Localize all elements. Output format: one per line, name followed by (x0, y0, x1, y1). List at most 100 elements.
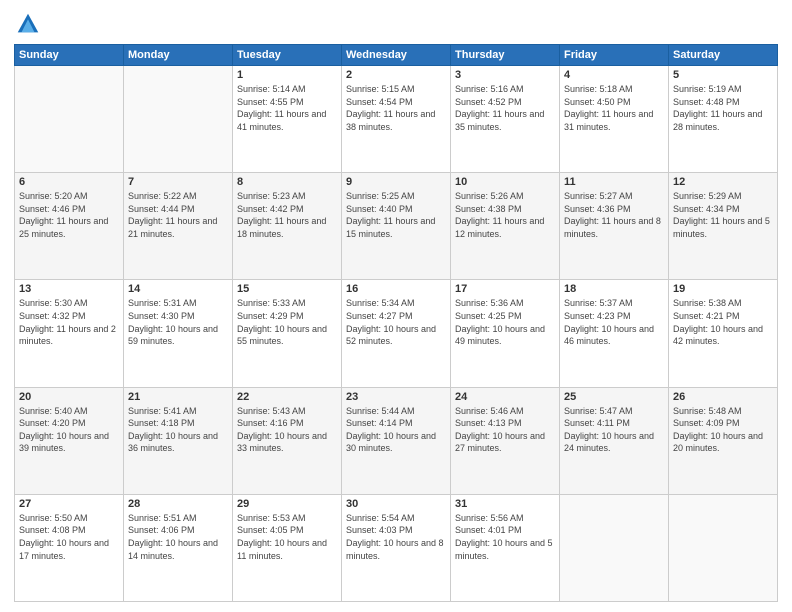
day-number: 4 (564, 69, 664, 81)
day-number: 29 (237, 498, 337, 510)
day-number: 24 (455, 391, 555, 403)
day-info: Sunrise: 5:56 AM Sunset: 4:01 PM Dayligh… (455, 512, 555, 562)
day-number: 11 (564, 176, 664, 188)
day-info: Sunrise: 5:47 AM Sunset: 4:11 PM Dayligh… (564, 405, 664, 455)
day-number: 16 (346, 283, 446, 295)
header (14, 10, 778, 38)
day-info: Sunrise: 5:16 AM Sunset: 4:52 PM Dayligh… (455, 83, 555, 133)
calendar-cell: 3 Sunrise: 5:16 AM Sunset: 4:52 PM Daylig… (451, 66, 560, 173)
calendar-cell: 8Sunrise: 5:23 AM Sunset: 4:42 PM Daylig… (233, 173, 342, 280)
day-number: 13 (19, 283, 119, 295)
day-number: 21 (128, 391, 228, 403)
day-info: Sunrise: 5:25 AM Sunset: 4:40 PM Dayligh… (346, 190, 446, 240)
day-info: Sunrise: 5:43 AM Sunset: 4:16 PM Dayligh… (237, 405, 337, 455)
day-info: Sunrise: 5:38 AM Sunset: 4:21 PM Dayligh… (673, 297, 773, 347)
day-number: 14 (128, 283, 228, 295)
calendar-cell: 28 Sunrise: 5:51 AM Sunset: 4:06 PM Dayli… (124, 494, 233, 601)
day-info: Sunrise: 5:22 AM Sunset: 4:44 PM Dayligh… (128, 190, 228, 240)
day-info: Sunrise: 5:20 AM Sunset: 4:46 PM Dayligh… (19, 190, 119, 240)
day-number: 15 (237, 283, 337, 295)
calendar-cell: 12 Sunrise: 5:29 AM Sunset: 4:34 PM Dayli… (669, 173, 778, 280)
calendar-week-row: 1 Sunrise: 5:14 AM Sunset: 4:55 PM Daylig… (15, 66, 778, 173)
day-number: 25 (564, 391, 664, 403)
calendar-cell: 17Sunrise: 5:36 AM Sunset: 4:25 PM Dayli… (451, 280, 560, 387)
day-number: 27 (19, 498, 119, 510)
calendar-header-row: SundayMondayTuesdayWednesdayThursdayFrid… (15, 45, 778, 66)
day-number: 2 (346, 69, 446, 81)
day-info: Sunrise: 5:53 AM Sunset: 4:05 PM Dayligh… (237, 512, 337, 562)
calendar-cell: 30 Sunrise: 5:54 AM Sunset: 4:03 PM Dayli… (342, 494, 451, 601)
calendar-cell: 27 Sunrise: 5:50 AM Sunset: 4:08 PM Dayli… (15, 494, 124, 601)
day-info: Sunrise: 5:19 AM Sunset: 4:48 PM Dayligh… (673, 83, 773, 133)
calendar-week-row: 13Sunrise: 5:30 AM Sunset: 4:32 PM Dayli… (15, 280, 778, 387)
calendar-cell: 14 Sunrise: 5:31 AM Sunset: 4:30 PM Dayli… (124, 280, 233, 387)
day-info: Sunrise: 5:29 AM Sunset: 4:34 PM Dayligh… (673, 190, 773, 240)
day-info: Sunrise: 5:33 AM Sunset: 4:29 PM Dayligh… (237, 297, 337, 347)
day-number: 17 (455, 283, 555, 295)
page: SundayMondayTuesdayWednesdayThursdayFrid… (0, 0, 792, 612)
day-number: 22 (237, 391, 337, 403)
day-info: Sunrise: 5:23 AM Sunset: 4:42 PM Dayligh… (237, 190, 337, 240)
calendar-cell: 2 Sunrise: 5:15 AM Sunset: 4:54 PM Daylig… (342, 66, 451, 173)
day-number: 31 (455, 498, 555, 510)
calendar-cell (15, 66, 124, 173)
weekday-header-friday: Friday (560, 45, 669, 66)
calendar-cell: 26 Sunrise: 5:48 AM Sunset: 4:09 PM Dayli… (669, 387, 778, 494)
calendar-cell: 10 Sunrise: 5:26 AM Sunset: 4:38 PM Dayli… (451, 173, 560, 280)
calendar-cell: 29 Sunrise: 5:53 AM Sunset: 4:05 PM Dayli… (233, 494, 342, 601)
day-number: 23 (346, 391, 446, 403)
day-info: Sunrise: 5:26 AM Sunset: 4:38 PM Dayligh… (455, 190, 555, 240)
calendar-cell (669, 494, 778, 601)
calendar-week-row: 27 Sunrise: 5:50 AM Sunset: 4:08 PM Dayli… (15, 494, 778, 601)
day-info: Sunrise: 5:40 AM Sunset: 4:20 PM Dayligh… (19, 405, 119, 455)
day-info: Sunrise: 5:50 AM Sunset: 4:08 PM Dayligh… (19, 512, 119, 562)
calendar-cell: 25 Sunrise: 5:47 AM Sunset: 4:11 PM Dayli… (560, 387, 669, 494)
day-info: Sunrise: 5:37 AM Sunset: 4:23 PM Dayligh… (564, 297, 664, 347)
day-info: Sunrise: 5:15 AM Sunset: 4:54 PM Dayligh… (346, 83, 446, 133)
day-number: 28 (128, 498, 228, 510)
calendar-cell (124, 66, 233, 173)
day-number: 7 (128, 176, 228, 188)
calendar-cell: 18 Sunrise: 5:37 AM Sunset: 4:23 PM Dayli… (560, 280, 669, 387)
day-info: Sunrise: 5:46 AM Sunset: 4:13 PM Dayligh… (455, 405, 555, 455)
calendar-cell: 31 Sunrise: 5:56 AM Sunset: 4:01 PM Dayli… (451, 494, 560, 601)
weekday-header-saturday: Saturday (669, 45, 778, 66)
day-number: 18 (564, 283, 664, 295)
day-info: Sunrise: 5:27 AM Sunset: 4:36 PM Dayligh… (564, 190, 664, 240)
day-info: Sunrise: 5:18 AM Sunset: 4:50 PM Dayligh… (564, 83, 664, 133)
day-number: 30 (346, 498, 446, 510)
day-number: 1 (237, 69, 337, 81)
calendar-cell (560, 494, 669, 601)
calendar-cell: 24 Sunrise: 5:46 AM Sunset: 4:13 PM Dayli… (451, 387, 560, 494)
calendar-cell: 7 Sunrise: 5:22 AM Sunset: 4:44 PM Daylig… (124, 173, 233, 280)
weekday-header-wednesday: Wednesday (342, 45, 451, 66)
calendar-cell: 22 Sunrise: 5:43 AM Sunset: 4:16 PM Dayli… (233, 387, 342, 494)
day-number: 12 (673, 176, 773, 188)
logo-icon (14, 10, 42, 38)
weekday-header-thursday: Thursday (451, 45, 560, 66)
calendar-cell: 1 Sunrise: 5:14 AM Sunset: 4:55 PM Daylig… (233, 66, 342, 173)
day-info: Sunrise: 5:48 AM Sunset: 4:09 PM Dayligh… (673, 405, 773, 455)
calendar-cell: 20 Sunrise: 5:40 AM Sunset: 4:20 PM Dayli… (15, 387, 124, 494)
day-number: 26 (673, 391, 773, 403)
calendar-cell: 4 Sunrise: 5:18 AM Sunset: 4:50 PM Daylig… (560, 66, 669, 173)
day-info: Sunrise: 5:51 AM Sunset: 4:06 PM Dayligh… (128, 512, 228, 562)
day-number: 10 (455, 176, 555, 188)
calendar-week-row: 6Sunrise: 5:20 AM Sunset: 4:46 PM Daylig… (15, 173, 778, 280)
day-info: Sunrise: 5:54 AM Sunset: 4:03 PM Dayligh… (346, 512, 446, 562)
day-info: Sunrise: 5:14 AM Sunset: 4:55 PM Dayligh… (237, 83, 337, 133)
logo (14, 10, 46, 38)
calendar-cell: 5 Sunrise: 5:19 AM Sunset: 4:48 PM Daylig… (669, 66, 778, 173)
day-number: 5 (673, 69, 773, 81)
calendar-cell: 15 Sunrise: 5:33 AM Sunset: 4:29 PM Dayli… (233, 280, 342, 387)
calendar-cell: 11 Sunrise: 5:27 AM Sunset: 4:36 PM Dayli… (560, 173, 669, 280)
calendar-cell: 6Sunrise: 5:20 AM Sunset: 4:46 PM Daylig… (15, 173, 124, 280)
day-info: Sunrise: 5:31 AM Sunset: 4:30 PM Dayligh… (128, 297, 228, 347)
day-number: 3 (455, 69, 555, 81)
calendar-table: SundayMondayTuesdayWednesdayThursdayFrid… (14, 44, 778, 602)
weekday-header-tuesday: Tuesday (233, 45, 342, 66)
day-info: Sunrise: 5:34 AM Sunset: 4:27 PM Dayligh… (346, 297, 446, 347)
day-number: 20 (19, 391, 119, 403)
calendar-cell: 13Sunrise: 5:30 AM Sunset: 4:32 PM Dayli… (15, 280, 124, 387)
day-number: 9 (346, 176, 446, 188)
